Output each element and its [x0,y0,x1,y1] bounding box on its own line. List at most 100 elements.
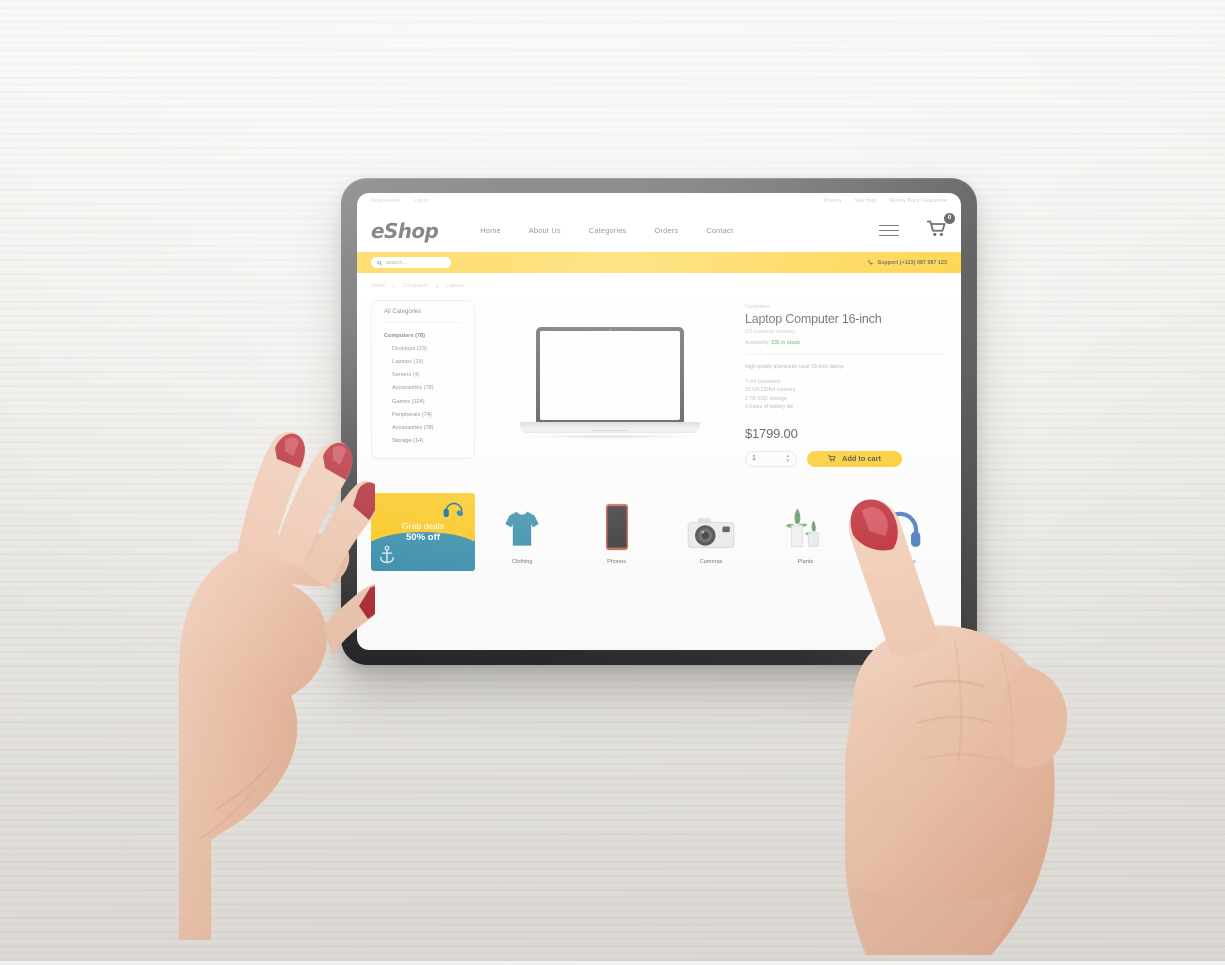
category-sidebar: All Categories Computers (78) Desktops (… [371,300,475,459]
utility-links-left: Registration Log-in [371,198,429,204]
search-bar: Support (+123) 987 987 123 [357,252,961,273]
category-tile-label: Plants [797,558,814,565]
spec-battery: 6 hours of battery life [745,404,794,411]
availability-label: Availability: [745,340,770,346]
promo-banner[interactable]: Grab deals 50% off [371,492,475,571]
spec-storage: 1 TB SSD storage [745,395,787,402]
headphones-icon [878,493,922,551]
link-site-map[interactable]: Site map [855,198,877,204]
nav-item-contact[interactable]: Contact [706,226,733,235]
page-content: Home ❯ Computers ❯ Laptops All Categorie… [357,273,961,571]
cart-count-badge: 0 [944,212,955,224]
sidebar-item-peripherals[interactable]: Peripherals (74) [372,408,474,421]
tshirt-icon [502,493,542,551]
nav-item-categories[interactable]: Categories [589,226,627,235]
nav-item-orders[interactable]: Orders [655,226,679,235]
availability-value: 235 in stock [771,340,800,346]
sidebar-title: All Categories [384,309,422,315]
category-tile-label: Cameras [699,558,723,565]
breadcrumb-item-laptops[interactable]: Laptops [446,283,464,289]
sidebar-item-games[interactable]: Games (124) [372,395,474,408]
product-availability: Availability: 235 in stock [745,340,947,346]
product-description: High quality aluminium case 16-inch lapt… [745,364,844,370]
quantity-stepper[interactable]: ▲ ▼ [745,450,797,467]
shopping-cart-icon [926,220,946,236]
quantity-arrows-icon[interactable]: ▲ ▼ [786,453,790,464]
promo-and-categories-row: Grab deals 50% off Clothing Phones Camer… [371,492,947,571]
headphones-icon [443,502,464,517]
quantity-input[interactable] [752,455,776,463]
add-to-cart-button[interactable]: Add to cart [807,450,902,467]
sidebar-item-servers[interactable]: Servers (4) [372,369,474,382]
product-reviews-link[interactable]: (23 customer reviews) [745,329,947,335]
hamburger-menu-icon[interactable] [879,224,899,237]
product-price: $1799.00 [745,425,798,441]
laptop-product-image[interactable] [520,327,700,445]
product-image-area [487,300,733,467]
sidebar-divider [384,322,462,323]
category-tile-label: Headphones [883,558,916,565]
sidebar-item-laptops[interactable]: Laptops (19) [372,355,474,368]
laptop-camera-icon [609,329,611,331]
product-title: Laptop Computer 16-inch [745,312,882,326]
cart-button[interactable]: 0 [926,212,955,242]
breadcrumb: Home ❯ Computers ❯ Laptops [371,283,947,289]
product-specs: 7 nm processor 32 GB DDR4 memory 1 TB SS… [745,378,947,412]
search-input[interactable] [386,259,445,266]
category-tile-plants[interactable]: Plants [758,493,852,565]
spec-memory: 32 GB DDR4 memory [745,387,796,394]
sidebar-item-desktops[interactable]: Desktops (23) [372,342,474,355]
promo-line-2: 50% off [405,531,441,543]
category-tile-label: Phones [607,558,627,565]
product-info: Computers Laptop Computer 16-inch (23 cu… [745,300,947,467]
link-registration[interactable]: Registration [371,198,400,204]
category-tile-label: Clothing [511,558,533,565]
category-tile-headphones[interactable]: Headphones [853,493,947,565]
site-logo[interactable]: eShop [371,219,439,243]
promo-text: Grab deals 50% off [371,521,475,543]
category-tile-cameras[interactable]: Cameras [664,493,758,565]
support-text: Support (+123) 987 987 123 [877,259,947,266]
search-box[interactable] [371,256,451,269]
product-category: Computers [745,304,770,310]
laptop-screen [540,331,680,421]
product-row: All Categories Computers (78) Desktops (… [371,300,947,467]
header-icon-group: 0 [879,212,955,242]
utility-links-right: Privacy Site map Money Back Guarantee [824,198,947,204]
link-money-back-guarantee[interactable]: Money Back Guarantee [890,198,948,204]
nav-item-about-us[interactable]: About Us [529,226,561,235]
sidebar-item-accessories-2[interactable]: Accessories (78) [372,421,474,434]
nav-item-home[interactable]: Home [480,226,501,235]
support-info[interactable]: Support (+123) 987 987 123 [867,259,947,266]
category-tiles: Clothing Phones Cameras Plants Headphone… [475,493,947,565]
sidebar-item-accessories[interactable]: Accessories (78) [372,382,474,395]
plant-icon [784,493,826,551]
category-tile-clothing[interactable]: Clothing [475,493,569,565]
product-divider [745,354,947,355]
laptop-lid [536,327,684,424]
tablet-screen: Registration Log-in Privacy Site map Mon… [357,193,961,650]
breadcrumb-item-computers[interactable]: Computers [403,283,428,289]
category-tile-phones[interactable]: Phones [569,493,663,565]
search-icon [377,260,382,265]
sidebar-item-computers[interactable]: Computers (78) [372,329,474,342]
link-privacy[interactable]: Privacy [824,198,842,204]
laptop-base [520,422,700,434]
promo-line-1: Grab deals [401,520,445,531]
breadcrumb-item-home[interactable]: Home [371,283,385,289]
breadcrumb-separator-icon: ❯ [435,283,439,288]
link-login[interactable]: Log-in [413,198,428,204]
main-navigation: Home About Us Categories Orders Contact [480,226,733,235]
phone-icon [867,260,873,265]
spec-processor: 7 nm processor [745,379,781,385]
main-header: eShop Home About Us Categories Orders Co… [357,209,961,252]
add-to-cart-label: Add to cart [841,454,881,464]
chevron-down-icon[interactable]: ▼ [786,459,790,464]
smartphone-icon [605,493,629,551]
laptop-shadow [524,434,696,440]
breadcrumb-separator-icon: ❯ [391,283,396,288]
tablet-device: Registration Log-in Privacy Site map Mon… [341,178,977,665]
camera-icon [686,493,736,551]
sidebar-item-storage[interactable]: Storage (14) [372,435,474,448]
purchase-controls: ▲ ▼ Add to cart [745,450,947,467]
